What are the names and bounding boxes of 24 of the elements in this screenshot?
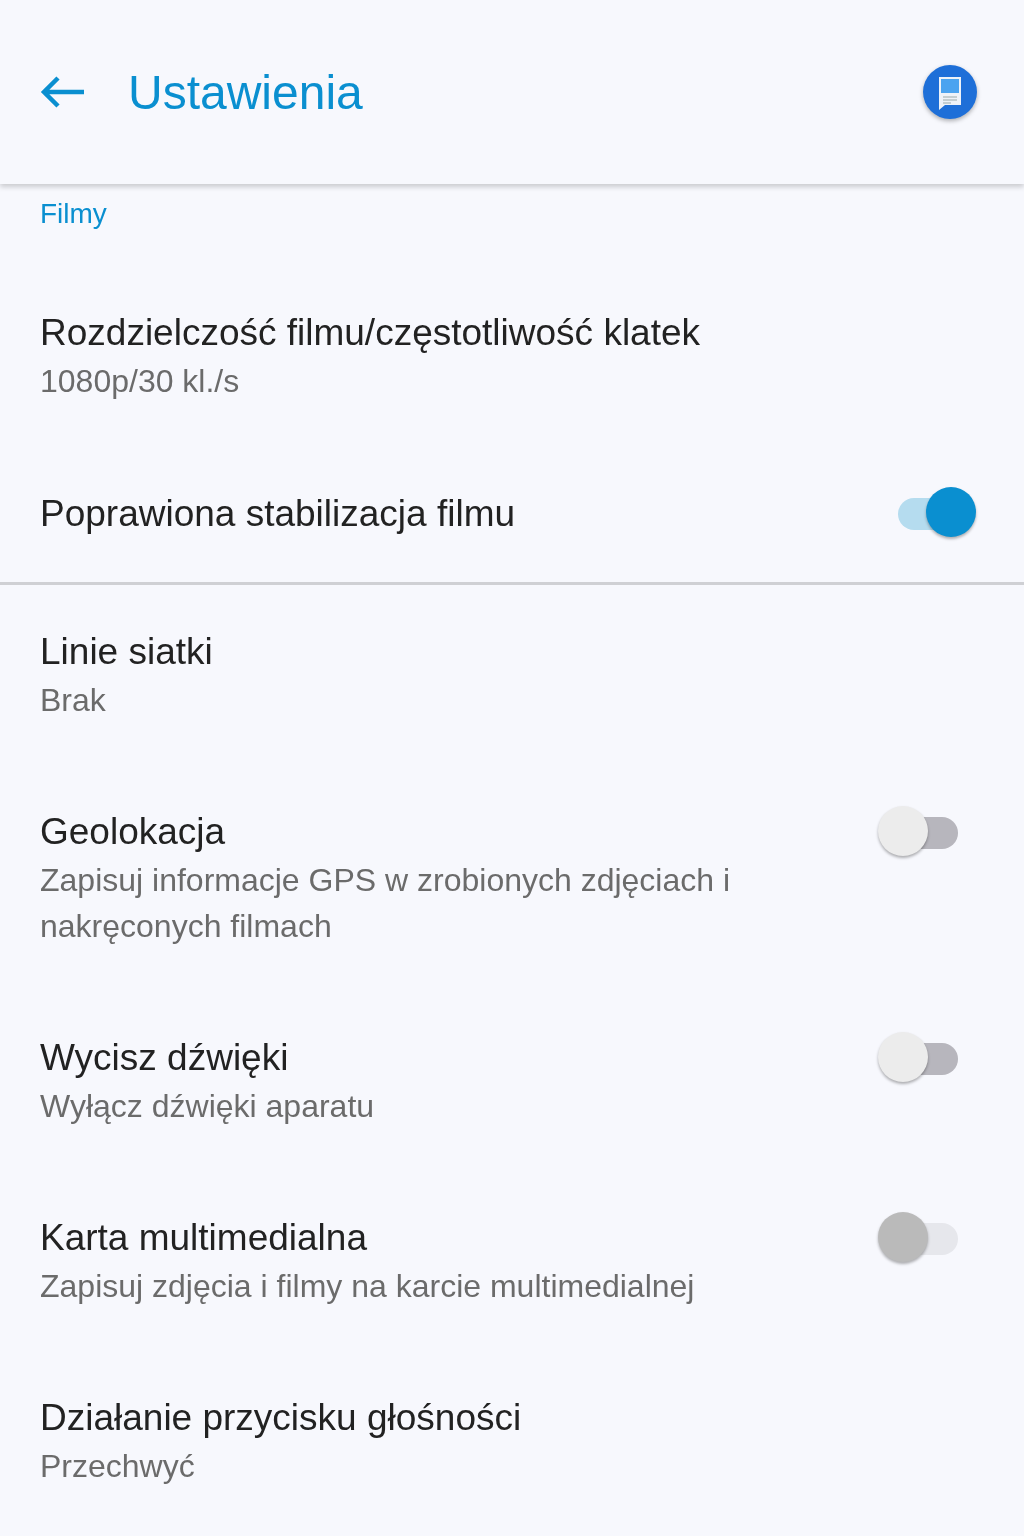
setting-title: Poprawiona stabilizacja filmu	[40, 492, 517, 536]
back-arrow-icon	[38, 74, 86, 110]
setting-summary: Zapisuj informacje GPS w zrobionych zdjęciach i nakręconych filmach	[40, 861, 732, 946]
setting-summary: Brak	[40, 681, 107, 720]
screen-title: Ustawienia	[128, 64, 364, 120]
section-header: Filmy	[39, 197, 108, 231]
settings-item[interactable]: Działanie przycisku głośności Przechwyć	[0, 1351, 1024, 1531]
setting-title: Działanie przycisku głośności	[40, 1396, 523, 1440]
setting-title: Karta multimedialna	[40, 1216, 368, 1260]
back-button[interactable]	[38, 74, 86, 110]
setting-title: Wycisz dźwięki	[40, 1036, 290, 1080]
setting-title: Linie siatki	[40, 630, 214, 674]
setting-title: Geolokacja	[40, 810, 227, 854]
setting-summary: Zapisuj zdjęcia i filmy na karcie multimedialnej	[40, 1267, 696, 1306]
settings-item[interactable]: Poprawiona stabilizacja filmu	[0, 446, 1024, 585]
settings-item[interactable]: Linie siatki Brak	[0, 585, 1024, 765]
settings-item[interactable]: Rozdzielczość filmu/częstotliwość klatek 1080p/30 kl./s	[0, 266, 1024, 446]
setting-summary: 1080p/30 kl./s	[40, 362, 241, 401]
setting-summary: Przechwyć	[40, 1447, 196, 1486]
settings-item[interactable]: Wycisz dźwięki Wyłącz dźwięki aparatu	[0, 991, 1024, 1171]
settings-item[interactable]: Geolokacja Zapisuj informacje GPS w zrobionych zdjęciach i nakręconych filmach	[0, 765, 1024, 991]
setting-title: Rozdzielczość filmu/częstotliwość klatek	[40, 311, 702, 355]
gallery-app-icon[interactable]	[922, 64, 978, 120]
setting-summary: Wyłącz dźwięki aparatu	[40, 1087, 376, 1126]
